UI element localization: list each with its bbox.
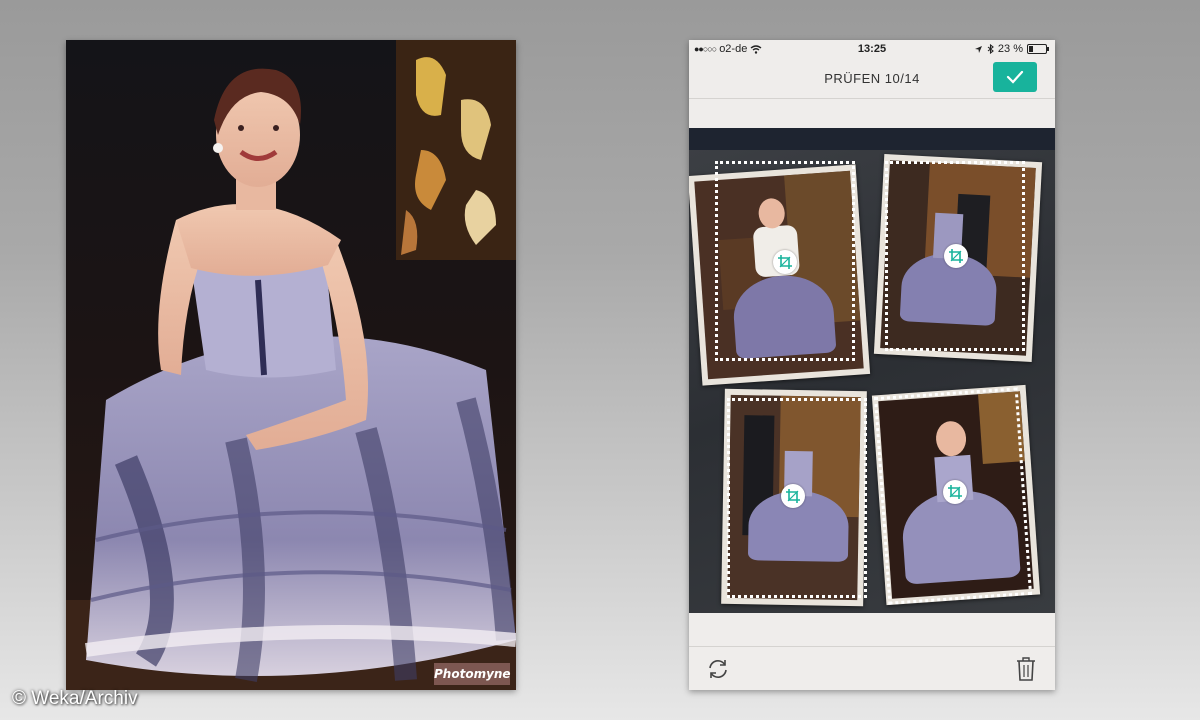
crop-icon bbox=[786, 489, 800, 503]
checkmark-icon bbox=[1006, 70, 1024, 84]
battery-icon bbox=[1027, 44, 1049, 54]
trash-icon bbox=[1017, 657, 1035, 681]
photomyne-watermark: Photomyne bbox=[434, 663, 511, 685]
crop-button-3[interactable] bbox=[781, 484, 805, 508]
bottom-toolbar bbox=[689, 646, 1055, 690]
rotate-button[interactable] bbox=[706, 657, 730, 681]
confirm-button[interactable] bbox=[993, 62, 1037, 92]
crop-icon bbox=[778, 255, 792, 269]
phone-screen: ●●○○○ o2-de 13:25 23 % PRÜFEN 10/14 bbox=[689, 40, 1055, 690]
rotate-icon bbox=[709, 660, 727, 678]
scanned-album-page bbox=[689, 128, 1055, 613]
bluetooth-icon bbox=[987, 44, 994, 54]
crop-icon bbox=[949, 249, 963, 263]
crop-button-1[interactable] bbox=[773, 250, 797, 274]
crop-button-2[interactable] bbox=[944, 244, 968, 268]
status-bar: ●●○○○ o2-de 13:25 23 % bbox=[689, 40, 1055, 58]
nav-bar: PRÜFEN 10/14 bbox=[689, 58, 1055, 99]
battery-percentage: 23 % bbox=[997, 43, 1023, 55]
crop-icon bbox=[948, 485, 962, 499]
copyright-caption: © Weka/Archiv bbox=[12, 688, 138, 709]
crop-button-4[interactable] bbox=[943, 480, 967, 504]
restored-photo: Photomyne bbox=[66, 40, 516, 690]
battery-level bbox=[1029, 46, 1033, 52]
dancer-photo-illustration bbox=[66, 40, 516, 690]
delete-button[interactable] bbox=[1016, 656, 1036, 682]
location-arrow-icon bbox=[974, 45, 982, 53]
